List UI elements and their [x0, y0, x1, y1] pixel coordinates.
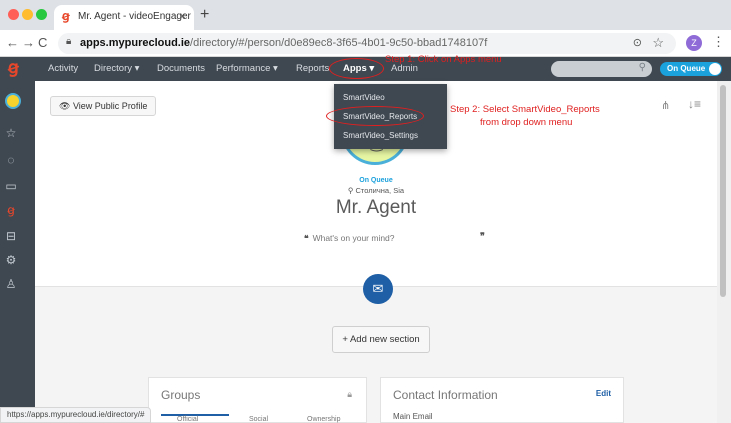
status-label: On Queue [667, 64, 706, 73]
location-text: ⚲ Столична, Sia [35, 186, 717, 195]
search-input[interactable]: ⚲ [551, 61, 652, 77]
eye-icon: 👁︎ [59, 101, 71, 111]
new-tab-icon[interactable]: + [200, 6, 209, 24]
tab-title: Mr. Agent - videoEngager [78, 11, 191, 22]
apps-highlight-ellipse [329, 58, 384, 79]
forward-icon[interactable]: → [22, 35, 35, 50]
nav-documents[interactable]: Documents [157, 63, 205, 74]
groups-title: Groups [161, 388, 201, 402]
logo-icon[interactable]: ꞡ [0, 203, 22, 217]
address-bar-row: ← → C 🔒︎ apps.mypurecloud.ie/directory/#… [0, 30, 731, 57]
quote-close-icon: ❞ [480, 231, 485, 241]
menu-item-smartvideo[interactable]: SmartVideo [343, 93, 385, 102]
presence-text: On Queue [359, 177, 393, 184]
cast-icon[interactable]: ⊙ [633, 36, 642, 49]
url-path: /directory/#/person/d0e89ec8-3f65-4b01-9… [190, 37, 488, 49]
lock-icon: 🔒︎ [66, 36, 72, 47]
toggle-knob [709, 63, 721, 75]
reports-highlight-ellipse [326, 106, 424, 126]
browser-tab-bar: ꞡ Mr. Agent - videoEngager × + [0, 0, 731, 30]
contact-card: Contact Information Edit Main Email [380, 377, 624, 423]
main-email-label: Main Email [393, 412, 433, 421]
search-icon: ⚲ [638, 62, 646, 73]
tab-close-icon[interactable]: × [179, 9, 186, 23]
browser-profile-avatar[interactable]: Z [686, 35, 702, 51]
maximize-window-icon[interactable] [36, 9, 47, 20]
nav-reports[interactable]: Reports [296, 63, 329, 74]
star-icon[interactable]: ☆ [0, 126, 22, 140]
step1-annotation: Step 1: Click on Apps menu [385, 54, 502, 65]
contact-title: Contact Information [393, 388, 498, 402]
scrollbar-thumb[interactable] [720, 85, 726, 297]
browser-status-url: https://apps.mypurecloud.ie/directory/# [0, 407, 152, 423]
quote-open-icon: ❝ [304, 233, 309, 243]
user-avatar[interactable] [5, 93, 21, 109]
url-field[interactable]: 🔒︎ apps.mypurecloud.ie/directory/#/perso… [58, 33, 676, 54]
url-host: apps.mypurecloud.ie [80, 37, 191, 49]
browser-menu-icon[interactable]: ⋮ [712, 34, 725, 50]
tab-official[interactable]: Official [177, 416, 198, 423]
bookmark-star-icon[interactable]: ☆ [652, 35, 664, 51]
tab-favicon-icon: ꞡ [62, 9, 70, 23]
view-public-profile-button[interactable]: 👁︎ View Public Profile [50, 96, 157, 116]
purecloud-logo-icon[interactable]: ꞡ [8, 58, 19, 78]
contact-edit-link[interactable]: Edit [596, 389, 611, 398]
settings-icon[interactable]: ⚙ [0, 253, 22, 267]
location-pin-icon: ⚲ [347, 186, 354, 195]
sort-icon[interactable]: ↓≡ [688, 97, 701, 111]
chat-icon[interactable]: ◌ [0, 153, 22, 167]
add-section-button[interactable]: + Add new section [332, 326, 430, 353]
profile-name: Mr. Agent [335, 197, 417, 218]
left-sidebar: ☆ ◌ ▭ ꞡ ⊟ ⚙ ♙ [0, 81, 35, 423]
nav-performance[interactable]: Performance ▾ [216, 63, 278, 74]
nav-activity[interactable]: Activity [48, 63, 78, 74]
video-icon[interactable]: ▭ [0, 179, 22, 193]
menu-item-smartvideo-settings[interactable]: SmartVideo_Settings [343, 131, 418, 140]
view-public-profile-label: View Public Profile [72, 101, 148, 111]
close-window-icon[interactable] [8, 9, 19, 20]
browser-tab[interactable]: ꞡ Mr. Agent - videoEngager × [54, 5, 194, 30]
minimize-window-icon[interactable] [22, 9, 33, 20]
status-message-field[interactable]: ❝ What's on your mind? [304, 233, 395, 244]
person-icon[interactable]: ♙ [0, 277, 22, 291]
mail-icon[interactable]: ✉ [363, 274, 393, 304]
lock-icon: 🔒︎ [347, 389, 352, 399]
status-toggle[interactable]: On Queue [660, 62, 722, 76]
step2-annotation-line2: from drop down menu [480, 117, 573, 128]
back-icon[interactable]: ← [6, 35, 19, 50]
groups-card: Groups 🔒︎ Official Social Ownership [148, 377, 367, 423]
inbox-icon[interactable]: ⊟ [0, 229, 22, 243]
location-value: Столична, Sia [355, 186, 405, 195]
page-scrollbar[interactable] [717, 81, 731, 423]
tab-ownership[interactable]: Ownership [307, 416, 340, 423]
status-message-placeholder: What's on your mind? [312, 233, 395, 243]
reload-icon[interactable]: C [38, 35, 47, 50]
nav-directory[interactable]: Directory ▾ [94, 63, 139, 74]
tab-social[interactable]: Social [249, 416, 268, 423]
step2-annotation-line1: Step 2: Select SmartVideo_Reports [450, 104, 600, 115]
org-chart-icon[interactable]: ⋔ [661, 99, 670, 112]
